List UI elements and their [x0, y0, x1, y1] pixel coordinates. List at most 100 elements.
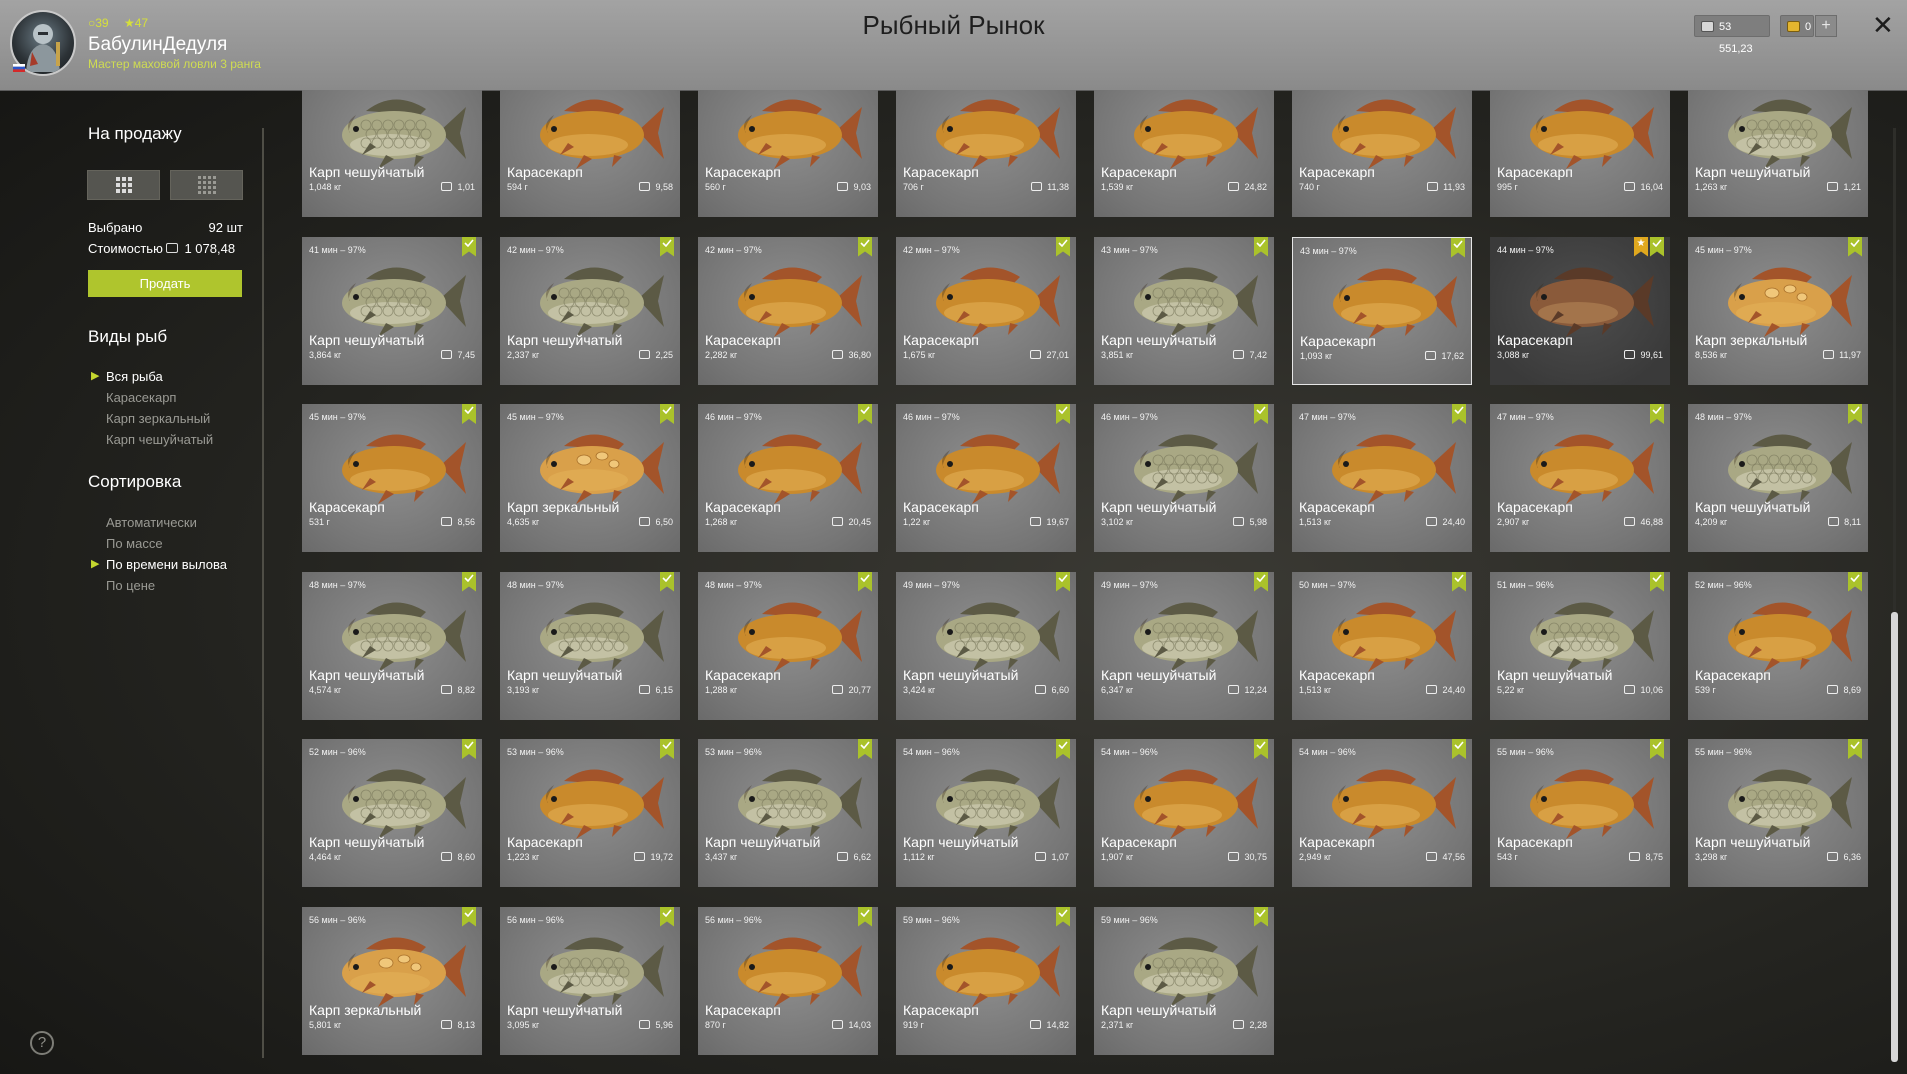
fish-price: 20,45: [832, 517, 871, 527]
silver-coin-icon: [1035, 852, 1047, 861]
fish-card[interactable]: 48 мин – 97% Карп чешуйчатый 4,574 кг 8,82: [302, 571, 482, 720]
fish-card[interactable]: 52 мин – 96% Карп чешуйчатый 4,464 кг 8,60: [302, 739, 482, 887]
species-filter-item[interactable]: ▶Карасекарп: [106, 390, 176, 405]
fish-card[interactable]: 48 мин – 97% Карп чешуйчатый 3,193 кг 6,15: [500, 571, 680, 720]
panel-divider: [262, 128, 264, 1058]
fish-card[interactable]: 43 мин – 97% Карасекарп 1,093 кг 17,62: [1292, 236, 1472, 385]
fish-card[interactable]: Карасекарп 706 г 11,38: [896, 90, 1076, 217]
fish-card[interactable]: 51 мин – 96% Карп чешуйчатый 5,22 кг 10,06: [1490, 571, 1670, 720]
fish-card[interactable]: 56 мин – 96% Карп зеркальный 5,801 кг 8,13: [302, 906, 482, 1055]
fish-price-value: 11,97: [1839, 349, 1861, 360]
sort-option-item[interactable]: ▶Автоматически: [106, 515, 197, 530]
fish-card[interactable]: 41 мин – 97% Карп чешуйчатый 3,864 кг 7,45: [302, 236, 482, 385]
player-stars: 47: [134, 16, 149, 30]
fish-card[interactable]: 59 мин – 96% Карасекарп 919 г 14,82: [896, 906, 1076, 1055]
small-grid-view-button[interactable]: [170, 170, 243, 200]
large-grid-view-button[interactable]: [87, 170, 160, 200]
fish-weight: 1,268 кг: [705, 517, 738, 527]
fish-card[interactable]: 42 мин – 97% Карп чешуйчатый 2,337 кг 2,25: [500, 236, 680, 385]
fish-card[interactable]: Карасекарп 995 г 16,04: [1490, 90, 1670, 217]
fish-card[interactable]: 42 мин – 97% Карасекарп 2,282 кг 36,80: [698, 236, 878, 385]
fish-card[interactable]: 45 мин – 97% Карасекарп 531 г 8,56: [302, 404, 482, 552]
fish-weight: 560 г: [705, 182, 726, 192]
fish-weight: 706 г: [903, 182, 924, 192]
fish-card[interactable]: 47 мин – 97% Карасекарп 2,907 кг 46,88: [1490, 404, 1670, 552]
fish-price: 24,40: [1426, 517, 1465, 527]
sort-option-item[interactable]: ▶ По времени вылова: [91, 557, 227, 572]
fish-price: 16,04: [1624, 182, 1663, 192]
fish-card[interactable]: 48 мин – 97% Карп чешуйчатый 4,209 кг 8,11: [1688, 404, 1868, 552]
species-filter-label: Карасекарп: [106, 390, 177, 405]
fish-card[interactable]: 54 мин – 96% Карасекарп 2,949 кг 47,56: [1292, 739, 1472, 887]
fish-weight: 1,22 кг: [903, 517, 931, 527]
fish-card[interactable]: 47 мин – 97% Карасекарп 1,513 кг 24,40: [1292, 404, 1472, 552]
fish-card[interactable]: 56 мин – 96% Карасекарп 870 г 14,03: [698, 906, 878, 1055]
silver-balance: 53 551,23: [1694, 15, 1770, 55]
species-filter-item[interactable]: ▶Карп чешуйчатый: [106, 432, 213, 447]
fish-weight: 1,675 кг: [903, 349, 936, 360]
add-currency-button[interactable]: +: [1815, 15, 1837, 37]
fish-price: 24,40: [1426, 684, 1465, 695]
help-button[interactable]: ?: [30, 1031, 54, 1055]
close-button[interactable]: ✕: [1872, 12, 1894, 38]
fish-card[interactable]: 55 мин – 96% Карасекарп 543 г 8,75: [1490, 739, 1670, 887]
fish-card[interactable]: 48 мин – 97% Карасекарп 1,288 кг 20,77: [698, 571, 878, 720]
fish-card[interactable]: 46 мин – 97% Карасекарп 1,268 кг 20,45: [698, 404, 878, 552]
fish-price-value: 6,50: [655, 517, 673, 527]
fish-card[interactable]: 42 мин – 97% Карасекарп 1,675 кг 27,01: [896, 236, 1076, 385]
fish-card[interactable]: 50 мин – 97% Карасекарп 1,513 кг 24,40: [1292, 571, 1472, 720]
fish-weight: 1,093 кг: [1300, 350, 1333, 361]
fish-card[interactable]: 55 мин – 96% Карп чешуйчатый 3,298 кг 6,36: [1688, 739, 1868, 887]
sort-option-item[interactable]: ▶По цене: [106, 578, 155, 593]
sort-option-item[interactable]: ▶По массе: [106, 536, 163, 551]
fish-name: Карасекарп: [1101, 834, 1177, 850]
fish-card[interactable]: 53 мин – 96% Карп чешуйчатый 3,437 кг 6,62: [698, 739, 878, 887]
fish-price: 11,97: [1823, 349, 1861, 360]
fish-weight: 8,536 кг: [1695, 349, 1728, 360]
fish-name: Карасекарп: [903, 164, 979, 180]
selected-arrow-icon: ▶: [91, 370, 100, 382]
fish-card[interactable]: Карп чешуйчатый 1,048 кг 1,01: [302, 90, 482, 217]
fish-name: Карп чешуйчатый: [705, 834, 821, 850]
fish-name: Карп чешуйчатый: [1101, 666, 1217, 683]
fish-card[interactable]: 46 мин – 97% Карп чешуйчатый 3,102 кг 5,98: [1094, 404, 1274, 552]
fish-weight: 594 г: [507, 182, 528, 192]
fish-price-value: 14,82: [1046, 1019, 1069, 1030]
fish-card[interactable]: Карп чешуйчатый 1,263 кг 1,21: [1688, 90, 1868, 217]
fish-name: Карп чешуйчатый: [1695, 164, 1811, 180]
fish-card[interactable]: 45 мин – 97% Карп зеркальный 4,635 кг 6,50: [500, 404, 680, 552]
fish-card[interactable]: 45 мин – 97% Карп зеркальный 8,536 кг 11,9…: [1688, 236, 1868, 385]
species-filter-item[interactable]: ▶Карп зеркальный: [106, 411, 210, 426]
fish-card[interactable]: 53 мин – 96% Карасекарп 1,223 кг 19,72: [500, 739, 680, 887]
fish-card[interactable]: 52 мин – 96% Карасекарп 539 г 8,69: [1688, 571, 1868, 720]
silver-coin-icon: [1624, 182, 1636, 191]
silver-coin-icon: [166, 243, 179, 253]
sell-button[interactable]: Продать: [88, 270, 242, 297]
fish-card[interactable]: 56 мин – 96% Карп чешуйчатый 3,095 кг 5,96: [500, 906, 680, 1055]
fish-card[interactable]: Карасекарп 1,539 кг 24,82: [1094, 90, 1274, 217]
scrollbar-thumb[interactable]: [1891, 612, 1898, 1062]
fish-name: Карп чешуйчатый: [1695, 499, 1811, 515]
fish-card[interactable]: Карасекарп 594 г 9,58: [500, 90, 680, 217]
fish-card[interactable]: 43 мин – 97% Карп чешуйчатый 3,851 кг 7,42: [1094, 236, 1274, 385]
fish-card[interactable]: 54 мин – 96% Карп чешуйчатый 1,112 кг 1,07: [896, 739, 1076, 887]
fish-price-value: 24,82: [1244, 182, 1267, 192]
fish-price: 24,82: [1228, 182, 1267, 192]
fish-card[interactable]: Карасекарп 740 г 11,93: [1292, 90, 1472, 217]
fish-card[interactable]: 46 мин – 97% Карасекарп 1,22 кг 19,67: [896, 404, 1076, 552]
page-title: Рыбный Рынок: [862, 10, 1045, 40]
fish-card[interactable]: 49 мин – 97% Карп чешуйчатый 3,424 кг 6,60: [896, 571, 1076, 720]
fish-card[interactable]: Карасекарп 560 г 9,03: [698, 90, 878, 217]
fish-weight: 3,851 кг: [1101, 349, 1134, 360]
fish-card[interactable]: 54 мин – 96% Карасекарп 1,907 кг 30,75: [1094, 739, 1274, 887]
fish-weight: 4,635 кг: [507, 517, 540, 527]
species-filter-item[interactable]: ▶ Вся рыба: [91, 369, 163, 384]
fish-card[interactable]: 59 мин – 96% Карп чешуйчатый 2,371 кг 2,28: [1094, 906, 1274, 1055]
silver-coin-icon: [1233, 1019, 1245, 1029]
fish-card[interactable]: 44 мин – 97% ★ Карасекарп 3,088 кг 99,61: [1490, 236, 1670, 385]
fish-card[interactable]: 49 мин – 97% Карп чешуйчатый 6,347 кг 12,2…: [1094, 571, 1274, 720]
silver-coin-icon: [441, 182, 453, 191]
fish-price: 9,58: [639, 182, 673, 192]
fish-price-value: 5,96: [655, 1019, 673, 1030]
fish-price-value: 10,06: [1640, 684, 1663, 695]
